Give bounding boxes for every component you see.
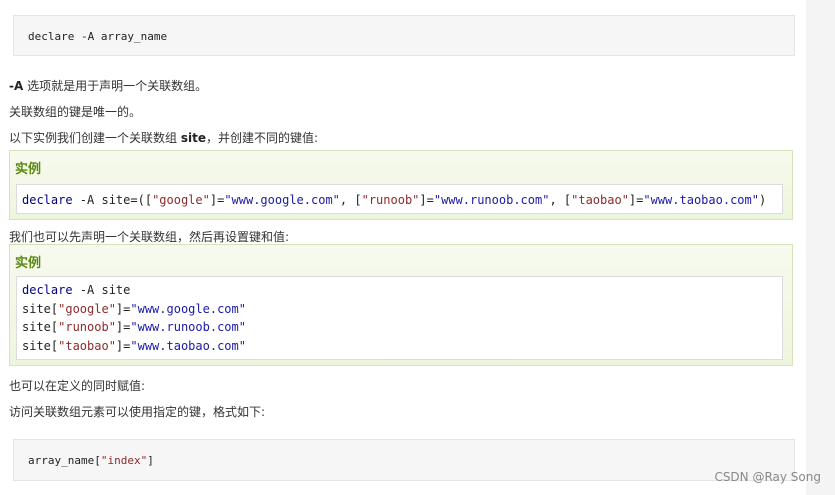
keyword: declare: [22, 283, 73, 297]
code-text: -A site=([: [72, 193, 153, 207]
code-text: site[: [22, 320, 59, 334]
code-text: ]=: [115, 339, 131, 353]
string-value: "www.google.com": [224, 193, 340, 207]
string-key: "runoob": [58, 320, 116, 334]
code-text: ]=: [209, 193, 225, 207]
code-text: ): [758, 193, 767, 207]
code-text: ]=: [115, 302, 131, 316]
string-key: "taobao": [571, 193, 629, 207]
paragraph-declare-then-set: 我们也可以先声明一个关联数组，然后再设置键和值:: [9, 230, 290, 244]
example-code-2: declare -A site site["google"]="www.goog…: [16, 276, 783, 360]
paragraph-access-elements: 访问关联数组元素可以使用指定的键，格式如下:: [9, 405, 266, 419]
code-text: ]=: [628, 193, 644, 207]
string-value: "www.taobao.com": [130, 339, 246, 353]
string-value: "www.runoob.com": [433, 193, 550, 207]
code-block-array-index: array_name["index"]: [13, 439, 795, 481]
string-key: "google": [152, 193, 210, 207]
paragraph-text: 以下实例我们创建一个关联数组: [9, 131, 181, 145]
example-block-1: 实例 declare -A site=(["google"]="www.goog…: [9, 150, 793, 220]
watermark: CSDN @Ray Song: [714, 470, 821, 484]
code-text: ]: [147, 454, 154, 467]
site-keyword: site: [180, 131, 206, 145]
code-block-declare-array: declare -A array_name: [13, 15, 795, 56]
paragraph-assign-on-define: 也可以在定义的同时赋值:: [9, 379, 146, 393]
string-key: "index": [100, 454, 148, 467]
paragraph-create-site: 以下实例我们创建一个关联数组 site，并创建不同的键值:: [9, 129, 318, 146]
code-text: ]=: [419, 193, 434, 207]
string-value: "www.runoob.com": [130, 320, 246, 334]
example-code-1: declare -A site=(["google"]="www.google.…: [16, 184, 783, 214]
keyword: declare: [22, 193, 73, 207]
paragraph-text: 选项就是用于声明一个关联数组。: [23, 79, 208, 93]
string-value: "www.taobao.com": [643, 193, 759, 207]
code-line: declare -A site: [22, 283, 130, 297]
example-title: 实例: [15, 162, 42, 177]
code-text: site[: [22, 302, 59, 316]
code-text: , [: [549, 193, 572, 207]
page-gutter: [806, 0, 835, 495]
code-line: array_name["index"]: [28, 454, 154, 467]
option-flag: -A: [9, 79, 24, 93]
code-text: site[: [22, 339, 59, 353]
code-line: site["runoob"]="www.runoob.com": [22, 320, 246, 334]
string-key: "taobao": [58, 339, 116, 353]
paragraph-a-option: -A 选项就是用于声明一个关联数组。: [9, 77, 207, 94]
code-text: -A site: [72, 283, 131, 297]
code-line: declare -A array_name: [28, 30, 168, 43]
code-line: declare -A site=(["google"]="www.google.…: [22, 193, 766, 207]
example-title: 实例: [15, 256, 42, 271]
string-key: "runoob": [361, 193, 420, 207]
code-text: ]=: [115, 320, 131, 334]
code-line: site["taobao"]="www.taobao.com": [22, 339, 246, 353]
example-block-2: 实例 declare -A site site["google"]="www.g…: [9, 244, 793, 366]
string-key: "google": [58, 302, 116, 316]
code-text: array_name[: [28, 454, 101, 467]
paragraph-unique-keys: 关联数组的键是唯一的。: [9, 105, 142, 119]
code-line: site["google"]="www.google.com": [22, 302, 246, 316]
code-text: , [: [339, 193, 362, 207]
paragraph-text: ，并创建不同的键值:: [205, 131, 319, 145]
string-value: "www.google.com": [130, 302, 246, 316]
